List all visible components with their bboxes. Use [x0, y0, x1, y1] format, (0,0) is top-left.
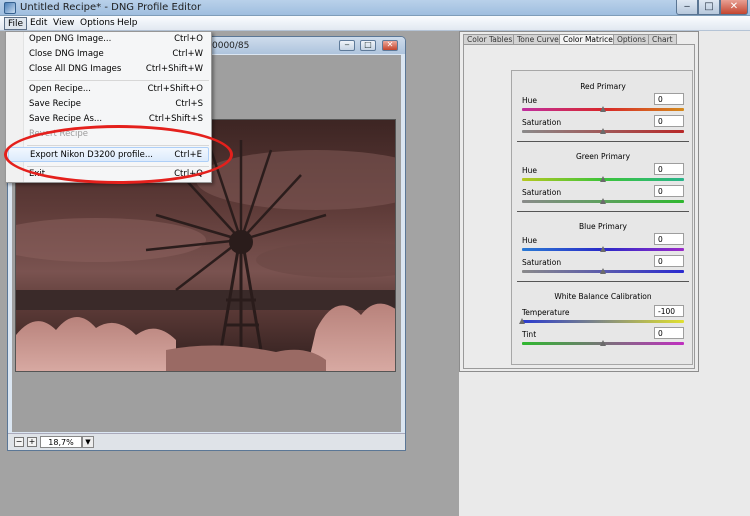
- menu-options[interactable]: Options: [77, 17, 118, 30]
- menu-item-label: Open DNG Image...: [29, 34, 112, 44]
- tint-slider-thumb[interactable]: [600, 340, 606, 346]
- red-hue-input[interactable]: 0: [654, 93, 684, 105]
- profile-panel: Color Tables Tone Curve Color Matrices O…: [459, 31, 699, 372]
- menu-item-open-dng-image[interactable]: Open DNG Image... Ctrl+O: [8, 32, 209, 47]
- blue-hue-input[interactable]: 0: [654, 233, 684, 245]
- menu-edit[interactable]: Edit: [27, 17, 50, 30]
- menu-item-save-recipe[interactable]: Save Recipe Ctrl+S: [8, 97, 209, 112]
- zoom-level-field[interactable]: 18,7%: [40, 436, 82, 448]
- menu-item-label: Close All DNG Images: [29, 64, 122, 74]
- menu-item-open-recipe[interactable]: Open Recipe... Ctrl+Shift+O: [8, 82, 209, 97]
- minimize-icon: ‒: [344, 40, 350, 49]
- maximize-icon: □: [364, 40, 372, 49]
- red-saturation-input[interactable]: 0: [654, 115, 684, 127]
- section-divider: [517, 141, 689, 142]
- blue-hue-slider-thumb[interactable]: [600, 246, 606, 252]
- menu-item-shortcut: Ctrl+O: [174, 34, 203, 44]
- annotation-ellipse: [4, 125, 233, 184]
- menu-item-close-dng-image[interactable]: Close DNG Image Ctrl+W: [8, 47, 209, 62]
- menu-item-label: Close DNG Image: [29, 49, 104, 59]
- menu-item-label: Save Recipe: [29, 99, 81, 109]
- green-saturation-input[interactable]: 0: [654, 185, 684, 197]
- section-title-white-balance: White Balance Calibration: [554, 292, 652, 301]
- maximize-button[interactable]: □: [698, 0, 720, 15]
- app-icon: [4, 2, 16, 14]
- temperature-input[interactable]: -100: [654, 305, 684, 317]
- menu-item-shortcut: Ctrl+W: [172, 49, 203, 59]
- menu-item-shortcut: Ctrl+Shift+W: [145, 64, 203, 74]
- maximize-icon: □: [704, 1, 714, 12]
- green-hue-input[interactable]: 0: [654, 163, 684, 175]
- image-minimize-button[interactable]: ‒: [339, 40, 355, 51]
- menu-item-shortcut: Ctrl+Shift+S: [148, 114, 203, 124]
- zoom-out-button[interactable]: −: [14, 437, 24, 447]
- menu-separator: [27, 80, 209, 81]
- close-icon: ✕: [386, 40, 394, 49]
- section-divider: [517, 281, 689, 282]
- green-saturation-slider-thumb[interactable]: [600, 198, 606, 204]
- menu-item-label: Open Recipe...: [29, 84, 91, 94]
- minimize-button[interactable]: ‒: [676, 0, 698, 15]
- menu-bar: File Edit View Options Help: [0, 16, 750, 31]
- red-saturation-label: Saturation: [522, 118, 562, 127]
- red-saturation-slider-thumb[interactable]: [600, 128, 606, 134]
- color-matrices-box: Red Primary Hue 0 Saturation 0 Green Pri…: [511, 70, 693, 365]
- close-button[interactable]: ✕: [720, 0, 748, 15]
- image-status-bar: − + 18,7% ▼: [8, 433, 405, 450]
- menu-item-shortcut: Ctrl+Shift+O: [147, 84, 203, 94]
- temperature-label: Temperature: [522, 308, 570, 317]
- menu-item-shortcut: Ctrl+S: [175, 99, 203, 109]
- image-close-button[interactable]: ✕: [382, 40, 398, 51]
- image-window-title: 0000/85: [212, 41, 250, 51]
- tint-input[interactable]: 0: [654, 327, 684, 339]
- green-saturation-label: Saturation: [522, 188, 562, 197]
- menu-help[interactable]: Help: [114, 17, 141, 30]
- title-bar: Untitled Recipe* - DNG Profile Editor ‒ …: [0, 0, 750, 16]
- temperature-slider[interactable]: [522, 320, 684, 323]
- blue-saturation-label: Saturation: [522, 258, 562, 267]
- window-title: Untitled Recipe* - DNG Profile Editor: [20, 2, 202, 13]
- menu-item-close-all-dng-images[interactable]: Close All DNG Images Ctrl+Shift+W: [8, 62, 209, 77]
- color-matrices-tab-body: Red Primary Hue 0 Saturation 0 Green Pri…: [463, 44, 695, 369]
- close-icon: ✕: [729, 1, 739, 12]
- red-hue-label: Hue: [522, 96, 538, 105]
- temperature-slider-thumb[interactable]: [519, 318, 525, 324]
- blue-saturation-input[interactable]: 0: [654, 255, 684, 267]
- red-hue-slider-thumb[interactable]: [600, 106, 606, 112]
- green-hue-slider-thumb[interactable]: [600, 176, 606, 182]
- blue-saturation-slider-thumb[interactable]: [600, 268, 606, 274]
- menu-item-label: Save Recipe As...: [29, 114, 103, 124]
- section-title-green-primary: Green Primary: [575, 152, 631, 161]
- section-title-red-primary: Red Primary: [580, 82, 626, 91]
- green-hue-label: Hue: [522, 166, 538, 175]
- menu-view[interactable]: View: [50, 17, 77, 30]
- blue-hue-label: Hue: [522, 236, 538, 245]
- tint-label: Tint: [522, 330, 537, 339]
- image-maximize-button[interactable]: □: [360, 40, 376, 51]
- menu-file[interactable]: File: [4, 17, 28, 30]
- zoom-dropdown-button[interactable]: ▼: [82, 436, 94, 448]
- section-title-blue-primary: Blue Primary: [579, 222, 627, 231]
- zoom-in-button[interactable]: +: [27, 437, 37, 447]
- section-divider: [517, 211, 689, 212]
- minimize-icon: ‒: [683, 1, 691, 12]
- chevron-down-icon: ▼: [85, 438, 91, 446]
